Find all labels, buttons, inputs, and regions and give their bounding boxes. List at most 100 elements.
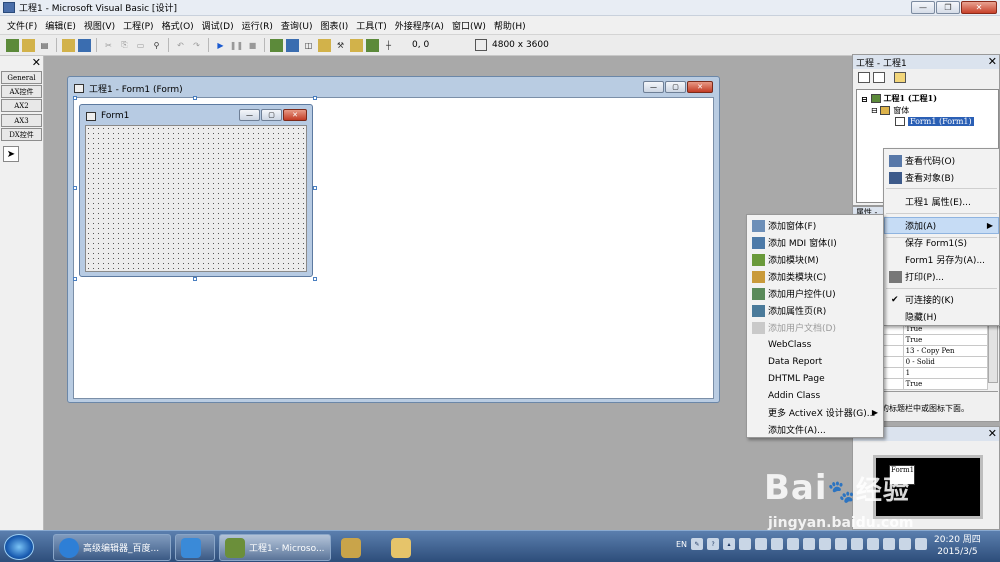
- menu-hide[interactable]: 隐藏(H): [884, 308, 999, 325]
- save-icon[interactable]: [78, 38, 91, 52]
- input-language[interactable]: EN: [676, 540, 687, 549]
- minimize-button[interactable]: —: [911, 1, 935, 14]
- menu-item[interactable]: 视图(V): [80, 19, 119, 32]
- menu-item[interactable]: 编辑(E): [41, 19, 80, 32]
- menu-add-class-module[interactable]: 添加类模块(C): [747, 268, 883, 285]
- menu-add-mdi-form[interactable]: 添加 MDI 窗体(I): [747, 234, 883, 251]
- menu-add-data-report[interactable]: Data Report: [747, 353, 883, 370]
- end-icon[interactable]: ■: [246, 39, 259, 52]
- task-vb[interactable]: 工程1 - Microso...: [219, 534, 331, 561]
- menu-add-form[interactable]: 添加窗体(F): [747, 217, 883, 234]
- tray-expand-icon[interactable]: ▴: [723, 538, 736, 550]
- taskbar-clock[interactable]: 20:20 周四 2015/3/5: [934, 534, 981, 558]
- volume-icon[interactable]: [835, 538, 848, 550]
- toolbox-tab-ax[interactable]: AX控件: [1, 85, 42, 98]
- menu-add-addin-class[interactable]: Addin Class: [747, 387, 883, 404]
- display-icon[interactable]: [851, 538, 864, 550]
- task-explorer[interactable]: [385, 534, 429, 561]
- battery-icon[interactable]: [883, 538, 896, 550]
- toolbox-tab-ax3[interactable]: AX3: [1, 114, 42, 127]
- flag-icon[interactable]: [867, 538, 880, 550]
- toolbox-icon[interactable]: ⚒: [334, 39, 347, 52]
- help-icon[interactable]: ?: [707, 538, 720, 550]
- tree-node-form1[interactable]: Form1 (Form1): [895, 117, 974, 126]
- resize-handle[interactable]: [73, 186, 77, 190]
- menu-item[interactable]: 工具(T): [352, 19, 391, 32]
- close-icon[interactable]: ✕: [32, 56, 41, 69]
- network-icon[interactable]: [899, 538, 912, 550]
- close-button[interactable]: ✕: [961, 1, 997, 14]
- view-code-icon[interactable]: [858, 72, 870, 83]
- close-icon[interactable]: ✕: [988, 427, 997, 440]
- menu-add-webclass[interactable]: WebClass: [747, 336, 883, 353]
- menu-item[interactable]: 帮助(H): [490, 19, 530, 32]
- designer-maximize-button[interactable]: ▢: [665, 81, 686, 93]
- object-browser-icon[interactable]: [318, 38, 331, 52]
- project-explorer-icon[interactable]: [270, 38, 283, 52]
- toolbox-tab-general[interactable]: General: [1, 71, 42, 84]
- resize-handle[interactable]: [193, 277, 197, 281]
- menu-add-user-control[interactable]: 添加用户控件(U): [747, 285, 883, 302]
- menu-add[interactable]: 添加(A) ▶: [884, 217, 999, 234]
- menu-add-file[interactable]: 添加文件(A)...: [747, 421, 883, 438]
- menu-add-dhtml-page[interactable]: DHTML Page: [747, 370, 883, 387]
- menu-project-properties[interactable]: 工程1 属性(E)...: [884, 193, 999, 210]
- menu-item[interactable]: 调试(D): [198, 19, 238, 32]
- menu-more-activex-designers[interactable]: 更多 ActiveX 设计器(G)... ▶: [747, 404, 883, 421]
- form1-grid[interactable]: [85, 125, 307, 272]
- resize-handle[interactable]: [73, 96, 77, 100]
- properties-window-icon[interactable]: [286, 38, 299, 52]
- menu-save-form1[interactable]: 保存 Form1(S): [884, 234, 999, 251]
- open-icon[interactable]: [62, 38, 75, 52]
- menu-add-user-document[interactable]: 添加用户文档(D): [747, 319, 883, 336]
- menu-item[interactable]: 文件(F): [3, 19, 41, 32]
- menu-item[interactable]: 窗口(W): [448, 19, 490, 32]
- undo-icon[interactable]: ↶: [174, 39, 187, 52]
- designer-minimize-button[interactable]: —: [643, 81, 664, 93]
- component-manager-icon[interactable]: [366, 38, 379, 52]
- security-icon[interactable]: [787, 538, 800, 550]
- close-icon[interactable]: ✕: [988, 55, 997, 68]
- menu-item[interactable]: 查询(U): [277, 19, 317, 32]
- menu-editor-icon[interactable]: ▤: [38, 39, 51, 52]
- data-view-icon[interactable]: [350, 38, 363, 52]
- menu-item[interactable]: 外接程序(A): [391, 19, 448, 32]
- toggle-folders-icon[interactable]: [894, 72, 906, 83]
- task-browser[interactable]: 高级编辑器_百度...: [53, 534, 171, 561]
- start-icon[interactable]: ▶: [214, 39, 227, 52]
- view-object-icon[interactable]: [873, 72, 885, 83]
- tree-node-project[interactable]: ⊟ 工程1 (工程1): [861, 93, 937, 104]
- add-form-icon[interactable]: [22, 38, 35, 52]
- menu-dockable[interactable]: ✔ 可连接的(K): [884, 291, 999, 308]
- properties-scrollbar[interactable]: [988, 323, 998, 383]
- ime-icon[interactable]: ✎: [691, 538, 704, 550]
- find-icon[interactable]: ⚲: [150, 39, 163, 52]
- menu-view-code[interactable]: 查看代码(O): [884, 152, 999, 169]
- menu-item[interactable]: 工程(P): [119, 19, 157, 32]
- resize-handle[interactable]: [313, 186, 317, 190]
- menu-add-property-page[interactable]: 添加属性页(R): [747, 302, 883, 319]
- resize-handle[interactable]: [193, 96, 197, 100]
- resize-handle[interactable]: [313, 96, 317, 100]
- menu-item[interactable]: 格式(O): [158, 19, 198, 32]
- menu-item[interactable]: 运行(R): [238, 19, 277, 32]
- break-icon[interactable]: ❚❚: [230, 39, 243, 52]
- redo-icon[interactable]: ↷: [190, 39, 203, 52]
- menu-save-form1-as[interactable]: Form1 另存为(A)...: [884, 251, 999, 268]
- shield-icon[interactable]: [771, 538, 784, 550]
- speaker-icon[interactable]: [915, 538, 928, 550]
- bluetooth-icon[interactable]: [755, 538, 768, 550]
- form-layout-icon[interactable]: ◫: [302, 39, 315, 52]
- pointer-tool-icon[interactable]: ➤: [3, 146, 19, 162]
- menu-print[interactable]: 打印(P)...: [884, 268, 999, 285]
- copy-icon[interactable]: ⎘: [118, 39, 131, 52]
- resize-handle[interactable]: [313, 277, 317, 281]
- menu-view-object[interactable]: 查看对象(B): [884, 169, 999, 186]
- add-project-icon[interactable]: [6, 38, 19, 52]
- resize-handle[interactable]: [73, 277, 77, 281]
- restore-button[interactable]: ❐: [936, 1, 960, 14]
- task-cloud[interactable]: [175, 534, 215, 561]
- tree-node-forms[interactable]: ⊟ 窗体: [871, 105, 909, 116]
- paste-icon[interactable]: ▭: [134, 39, 147, 52]
- monitor-icon[interactable]: [739, 538, 752, 550]
